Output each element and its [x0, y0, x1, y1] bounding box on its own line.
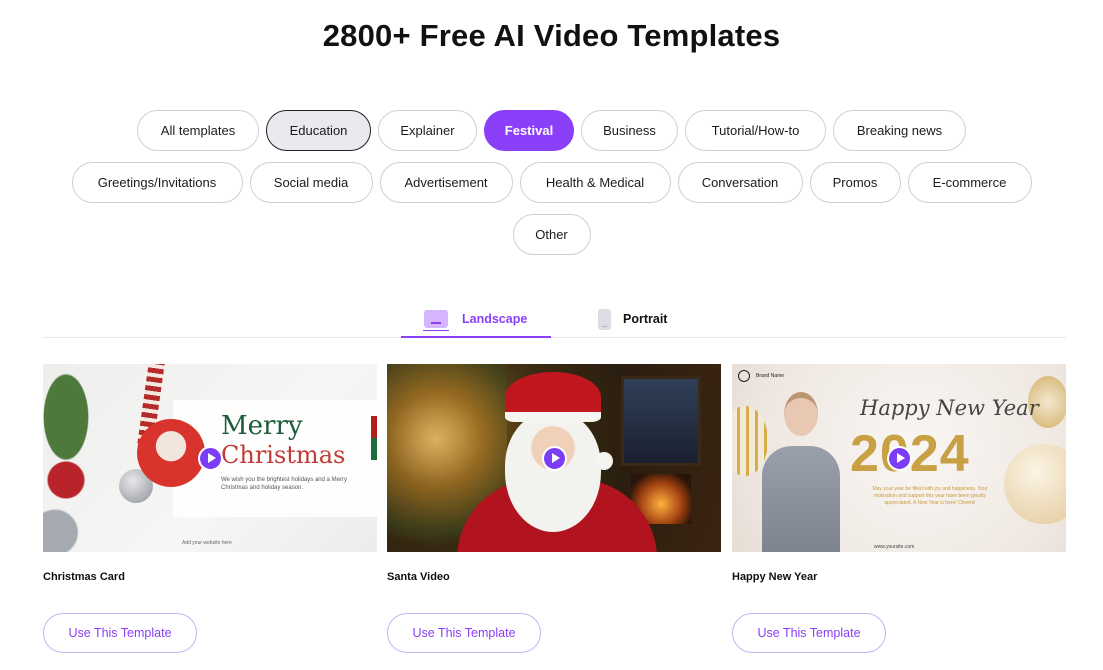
thumb-message: May your year be filled with joy and hap…: [872, 486, 988, 506]
play-icon[interactable]: [198, 446, 223, 471]
thumb-brand-name: Brand Name: [756, 373, 785, 379]
template-thumbnail-santa-video[interactable]: [387, 364, 721, 552]
category-explainer[interactable]: Explainer: [378, 110, 477, 151]
santa-face: [505, 412, 601, 532]
use-template-button[interactable]: Use This Template: [732, 613, 886, 653]
template-thumbnail-happy-new-year[interactable]: Brand Name Happy New Year 2024 May your …: [732, 364, 1066, 552]
thumb-message: We wish you the brightest holidays and a…: [221, 477, 347, 491]
thumb-headline: Happy New Year: [860, 396, 1039, 420]
template-name: Christmas Card: [43, 571, 125, 583]
category-advertisement[interactable]: Advertisement: [379, 162, 513, 203]
thumb-headline-1: Merry: [221, 411, 303, 441]
category-breaking-news[interactable]: Breaking news: [833, 110, 966, 151]
presenter-head: [784, 392, 818, 436]
tab-landscape[interactable]: Landscape: [423, 307, 528, 331]
category-conversation[interactable]: Conversation: [677, 162, 803, 203]
page-title: 2800+ Free AI Video Templates: [322, 18, 781, 53]
category-education[interactable]: Education: [266, 110, 371, 151]
thumb-website: Add your website here: [182, 540, 232, 546]
category-other[interactable]: Other: [512, 214, 591, 255]
template-name: Happy New Year: [732, 571, 818, 583]
category-all-templates[interactable]: All templates: [137, 110, 259, 151]
category-e-commerce[interactable]: E-commerce: [907, 162, 1032, 203]
tab-portrait[interactable]: Portrait: [598, 307, 667, 331]
window-background: [621, 376, 701, 466]
template-card: Brand Name Happy New Year 2024 May your …: [732, 364, 1066, 653]
portrait-icon: [598, 308, 611, 330]
ornament-right: [1004, 444, 1066, 524]
active-tab-indicator: [401, 336, 551, 338]
presenter-body: [762, 446, 840, 552]
brand-logo-icon: [738, 370, 750, 382]
hat-pom: [595, 452, 613, 470]
template-card: Santa Video Use This Template: [387, 364, 721, 653]
thumb-website: www.yoursite.com: [874, 544, 915, 550]
category-greetings-invitations[interactable]: Greetings/Invitations: [71, 162, 243, 203]
thumb-brand: Brand Name: [738, 370, 784, 382]
play-icon[interactable]: [542, 446, 567, 471]
template-name: Santa Video: [387, 571, 450, 583]
thumb-headline-2: Christmas: [221, 441, 346, 469]
santa-avatar: [137, 419, 205, 487]
template-card: Merry Christmas We wish you the brightes…: [43, 364, 377, 653]
use-template-button[interactable]: Use This Template: [43, 613, 197, 653]
category-promos[interactable]: Promos: [809, 162, 901, 203]
use-template-button[interactable]: Use This Template: [387, 613, 541, 653]
play-icon[interactable]: [887, 446, 912, 471]
category-tutorial-how-to[interactable]: Tutorial/How-to: [685, 110, 826, 151]
template-thumbnail-christmas-card[interactable]: Merry Christmas We wish you the brightes…: [43, 364, 377, 552]
tabs-divider: [43, 337, 1066, 338]
tab-landscape-label: Landscape: [462, 312, 528, 326]
santa-hat: [505, 372, 601, 422]
category-row-2: Greetings/Invitations Social media Adver…: [0, 162, 1103, 203]
tab-portrait-label: Portrait: [623, 312, 668, 326]
pine-decoration: [43, 364, 143, 552]
category-social-media[interactable]: Social media: [249, 162, 373, 203]
landscape-icon: [423, 310, 449, 331]
category-row-3: Other: [0, 214, 1103, 255]
category-row-1: All templates Education Explainer Festiv…: [0, 110, 1103, 151]
category-festival[interactable]: Festival: [484, 110, 574, 151]
color-bars: [371, 416, 377, 460]
category-health-medical[interactable]: Health & Medical: [519, 162, 671, 203]
category-business[interactable]: Business: [581, 110, 678, 151]
